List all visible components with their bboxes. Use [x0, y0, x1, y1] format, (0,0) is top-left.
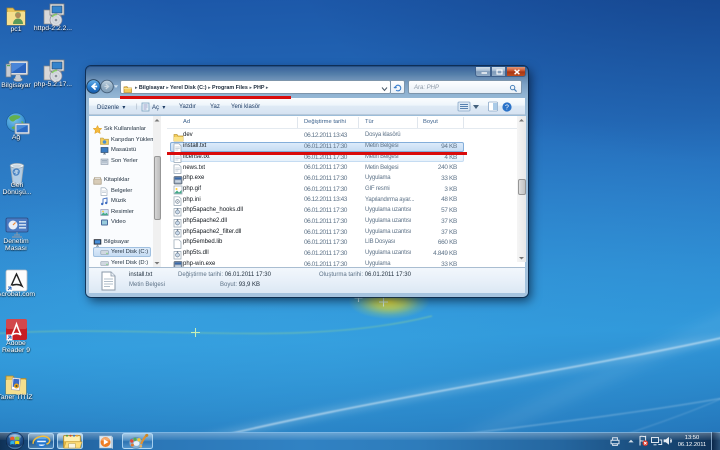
svg-text:?: ?: [505, 104, 509, 111]
